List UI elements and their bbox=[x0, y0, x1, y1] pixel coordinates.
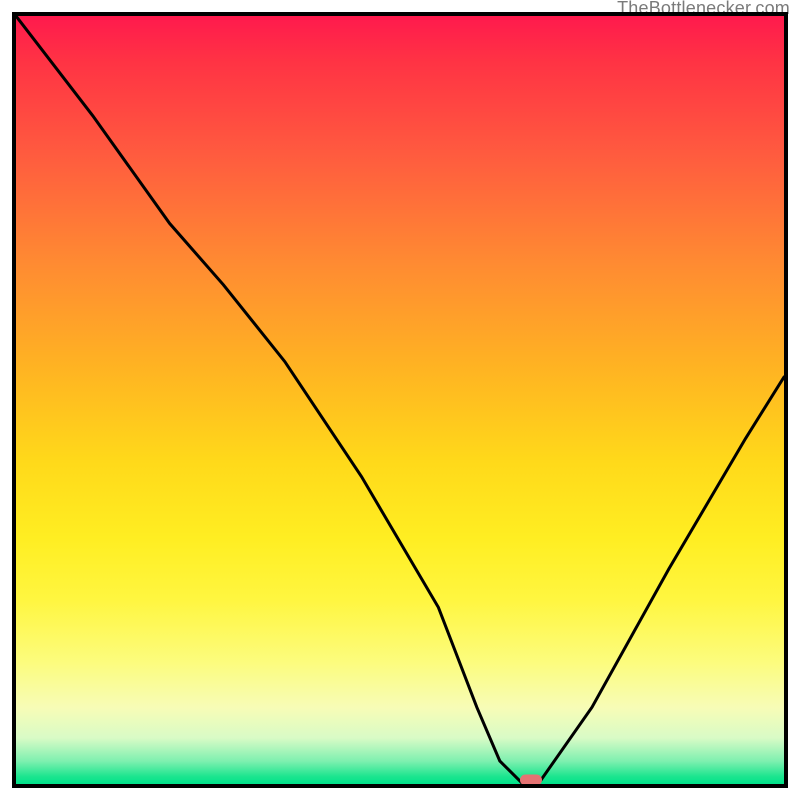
bottleneck-chart: TheBottlenecker.com bbox=[0, 0, 800, 800]
bottleneck-curve bbox=[16, 16, 784, 784]
curve-layer bbox=[16, 16, 784, 784]
plot-area bbox=[12, 12, 788, 788]
optimal-marker bbox=[520, 775, 542, 786]
